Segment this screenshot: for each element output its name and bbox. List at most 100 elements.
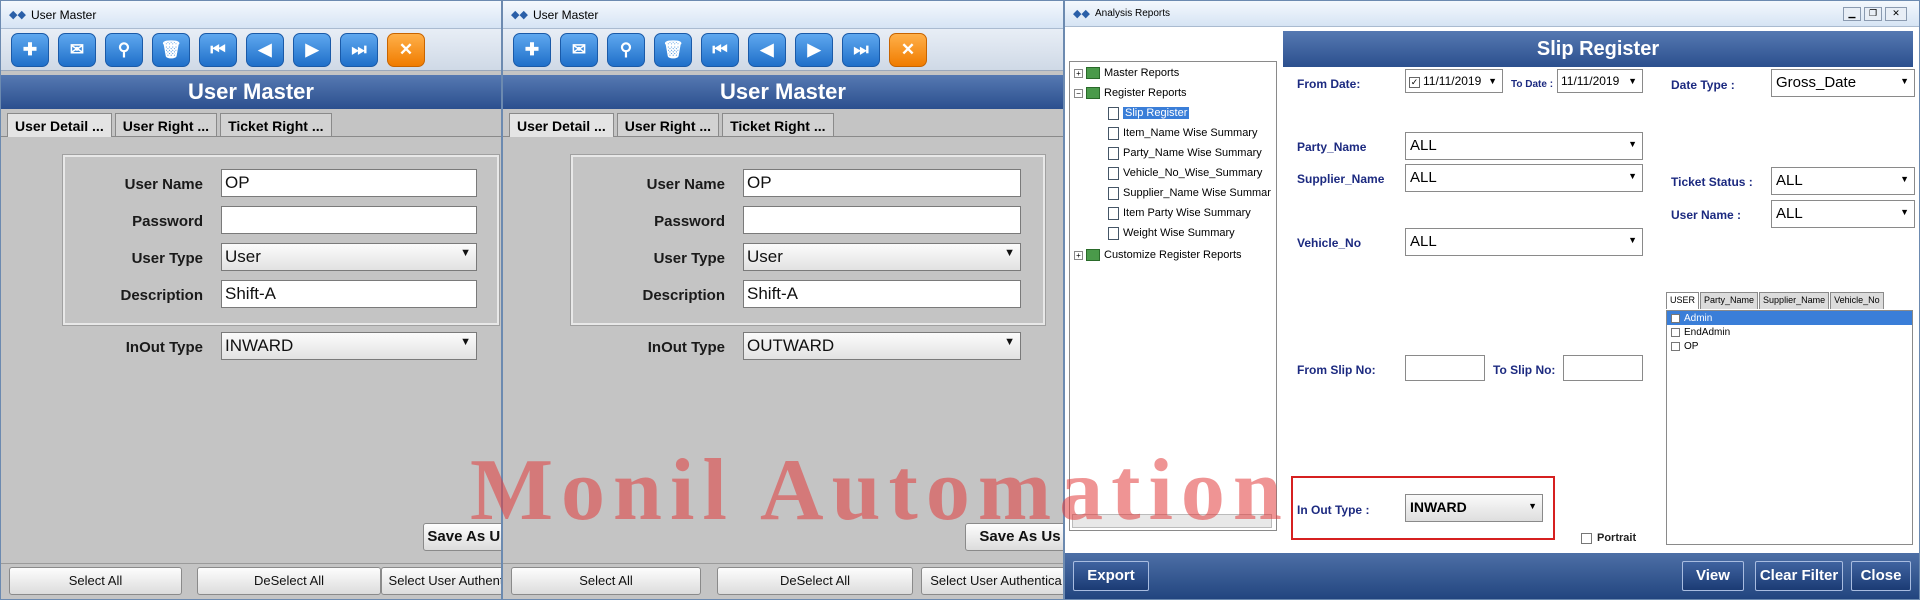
tab-user-detail[interactable]: User Detail ... xyxy=(509,113,614,137)
checkbox[interactable] xyxy=(1671,327,1680,337)
vehicle-no-value: ALL xyxy=(1410,233,1437,250)
last-icon[interactable]: ⏭ xyxy=(340,32,378,67)
select-all-button[interactable]: Select All xyxy=(9,567,182,595)
description-field[interactable]: Shift-A xyxy=(743,280,1021,308)
tree-item[interactable]: Item Party Wise Summary xyxy=(1108,204,1251,222)
chevron-down-icon: ▼ xyxy=(1004,247,1015,259)
date-type-select[interactable]: Gross_Date ▼ xyxy=(1771,69,1915,97)
from-slip-input[interactable] xyxy=(1405,355,1485,381)
minimize-icon[interactable]: ▁ xyxy=(1843,7,1861,21)
add-icon[interactable]: ✚ xyxy=(513,32,551,67)
from-date-picker[interactable]: ✓ 11/11/2019 ▼ xyxy=(1405,69,1503,93)
horizontal-scrollbar[interactable] xyxy=(1072,514,1272,528)
user-name-select[interactable]: ALL ▼ xyxy=(1771,200,1915,228)
mail-icon[interactable]: ✉ xyxy=(58,32,96,67)
collapse-icon[interactable]: − xyxy=(1074,88,1083,98)
bottom-bar: Export View Clear Filter Close xyxy=(1065,553,1919,599)
next-icon[interactable]: ▶ xyxy=(795,32,833,67)
previous-icon[interactable]: ◀ xyxy=(748,32,786,67)
close-icon[interactable]: ✕ xyxy=(889,32,927,67)
page-title: User Master xyxy=(503,75,1063,109)
tab-vehicle-no[interactable]: Vehicle_No xyxy=(1830,292,1884,309)
delete-icon[interactable]: 🗑 xyxy=(654,32,692,67)
tree-register-reports[interactable]: − Register Reports xyxy=(1074,84,1187,102)
close-button[interactable]: Close xyxy=(1851,561,1911,591)
portrait-checkbox[interactable] xyxy=(1581,533,1592,544)
first-icon[interactable]: ⏮ xyxy=(701,32,739,67)
clear-filter-button[interactable]: Clear Filter xyxy=(1755,561,1843,591)
deselect-all-button[interactable]: DeSelect All xyxy=(197,567,381,595)
close-icon[interactable]: ✕ xyxy=(387,32,425,67)
list-item[interactable]: EndAdmin xyxy=(1667,325,1912,339)
tab-user[interactable]: USER xyxy=(1666,292,1700,309)
description-field[interactable]: Shift-A xyxy=(221,280,477,308)
user-name-label: User Name : xyxy=(1671,208,1742,222)
tree-item[interactable]: Supplier_Name Wise Summar xyxy=(1108,184,1271,202)
close-window-icon[interactable]: ✕ xyxy=(1885,7,1907,21)
export-button[interactable]: Export xyxy=(1073,561,1149,591)
user-name-field[interactable]: OP xyxy=(221,169,477,197)
deselect-all-button[interactable]: DeSelect All xyxy=(717,567,913,595)
save-as-user-button[interactable]: Save As Us xyxy=(423,523,501,551)
inout-type-select[interactable]: OUTWARD ▼ xyxy=(743,332,1021,360)
expand-icon[interactable]: + xyxy=(1074,68,1083,78)
tab-user-right[interactable]: User Right ... xyxy=(616,113,720,136)
password-field[interactable] xyxy=(743,206,1021,234)
select-all-button[interactable]: Select All xyxy=(511,567,701,595)
chevron-down-icon: ▼ xyxy=(1900,174,1909,184)
expand-icon[interactable]: + xyxy=(1074,250,1083,260)
checkbox[interactable] xyxy=(1671,313,1680,323)
supplier-name-select[interactable]: ALL ▼ xyxy=(1405,164,1643,192)
title-bar: ◆◆ User Master xyxy=(1,1,501,29)
first-icon[interactable]: ⏮ xyxy=(199,32,237,67)
chevron-down-icon: ▼ xyxy=(460,247,471,259)
folder-icon xyxy=(1086,249,1100,261)
select-user-auth-button[interactable]: Select User Authentica xyxy=(921,567,1063,595)
list-item[interactable]: OP xyxy=(1667,339,1912,353)
title-bar: ◆◆ User Master xyxy=(503,1,1063,29)
tab-ticket-right[interactable]: Ticket Right ... xyxy=(220,113,332,136)
checkbox-icon[interactable]: ✓ xyxy=(1409,77,1420,88)
vehicle-no-select[interactable]: ALL ▼ xyxy=(1405,228,1643,256)
tree-item[interactable]: Vehicle_No_Wise_Summary xyxy=(1108,164,1262,182)
password-field[interactable] xyxy=(221,206,477,234)
chevron-down-icon: ▼ xyxy=(1628,76,1637,86)
user-type-select[interactable]: User ▼ xyxy=(743,243,1021,271)
tree-master-reports[interactable]: + Master Reports xyxy=(1074,64,1179,82)
previous-icon[interactable]: ◀ xyxy=(246,32,284,67)
mail-icon[interactable]: ✉ xyxy=(560,32,598,67)
inout-type-select[interactable]: INWARD ▼ xyxy=(221,332,477,360)
tab-ticket-right[interactable]: Ticket Right ... xyxy=(722,113,834,136)
tree-label: Item_Name Wise Summary xyxy=(1123,127,1258,139)
inout-type-label: In Out Type : xyxy=(1297,503,1370,517)
tree-item[interactable]: Weight Wise Summary xyxy=(1108,224,1235,242)
select-user-auth-button[interactable]: Select User Authent xyxy=(381,567,501,595)
tab-supplier-name[interactable]: Supplier_Name xyxy=(1759,292,1830,309)
party-name-select[interactable]: ALL ▼ xyxy=(1405,132,1643,160)
tree-customize-reports[interactable]: + Customize Register Reports xyxy=(1074,246,1242,264)
inout-type-select[interactable]: INWARD ▼ xyxy=(1405,494,1543,522)
tree-item[interactable]: Item_Name Wise Summary xyxy=(1108,124,1257,142)
to-date-picker[interactable]: 11/11/2019 ▼ xyxy=(1557,69,1643,93)
next-icon[interactable]: ▶ xyxy=(293,32,331,67)
tree-item[interactable]: Party_Name Wise Summary xyxy=(1108,144,1262,162)
add-icon[interactable]: ✚ xyxy=(11,32,49,67)
tab-party-name[interactable]: Party_Name xyxy=(1700,292,1759,309)
tab-user-right[interactable]: User Right ... xyxy=(114,113,218,136)
list-item[interactable]: Admin xyxy=(1667,311,1912,325)
checkbox[interactable] xyxy=(1671,341,1680,351)
search-icon[interactable]: ⚲ xyxy=(607,32,645,67)
delete-icon[interactable]: 🗑 xyxy=(152,32,190,67)
last-icon[interactable]: ⏭ xyxy=(842,32,880,67)
save-as-user-button[interactable]: Save As Us xyxy=(965,523,1063,551)
tab-strip: User Detail ... User Right ... Ticket Ri… xyxy=(503,109,1063,137)
view-button[interactable]: View xyxy=(1682,561,1744,591)
to-slip-input[interactable] xyxy=(1563,355,1643,381)
ticket-status-select[interactable]: ALL ▼ xyxy=(1771,167,1915,195)
tab-user-detail[interactable]: User Detail ... xyxy=(7,113,112,137)
user-name-field[interactable]: OP xyxy=(743,169,1021,197)
tree-item[interactable]: Slip Register xyxy=(1108,104,1190,122)
maximize-icon[interactable]: ❐ xyxy=(1864,7,1882,21)
search-icon[interactable]: ⚲ xyxy=(105,32,143,67)
user-type-select[interactable]: User ▼ xyxy=(221,243,477,271)
